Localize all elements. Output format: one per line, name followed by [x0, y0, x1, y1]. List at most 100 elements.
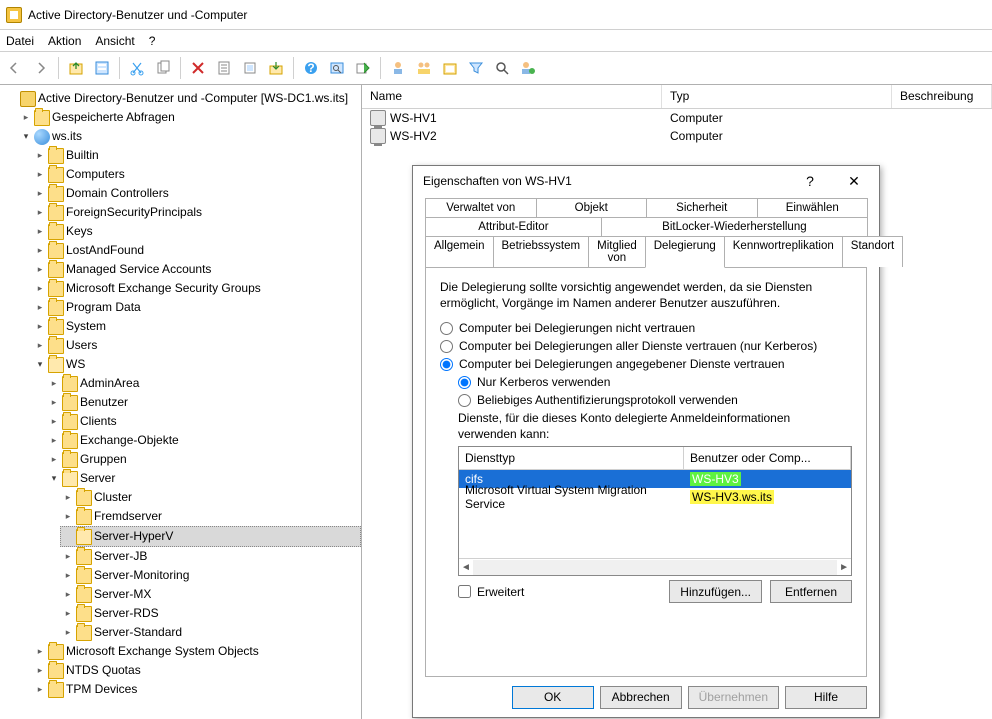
tree-server-rds[interactable]: Server-RDS	[60, 604, 361, 623]
svc-row[interactable]: Microsoft Virtual System Migration Servi…	[459, 488, 851, 506]
services-list[interactable]: Diensttyp Benutzer oder Comp... cifs WS-…	[458, 446, 852, 576]
col-type[interactable]: Typ	[662, 85, 892, 108]
tab-bitlocker[interactable]: BitLocker-Wiederherstellung	[601, 217, 868, 236]
tree-server[interactable]: Server	[46, 469, 361, 488]
dialog-close-icon[interactable]: ✕	[839, 173, 869, 190]
properties-icon[interactable]	[91, 57, 113, 79]
ok-button[interactable]: OK	[512, 686, 594, 709]
filter-icon[interactable]	[465, 57, 487, 79]
props-sheet-icon[interactable]	[213, 57, 235, 79]
list-row[interactable]: WS-HV1 Computer	[362, 109, 992, 127]
tree-laf[interactable]: LostAndFound	[32, 241, 361, 260]
tab-memberof[interactable]: Mitglied von	[588, 236, 646, 267]
new-user-icon[interactable]	[387, 57, 409, 79]
opt-none[interactable]: Computer bei Delegierungen nicht vertrau…	[440, 321, 852, 335]
export-icon[interactable]	[265, 57, 287, 79]
menu-view[interactable]: Ansicht	[95, 34, 134, 48]
folder-icon	[76, 606, 92, 622]
tab-pwdrepl[interactable]: Kennwortreplikation	[724, 236, 843, 267]
tree-server-std[interactable]: Server-Standard	[60, 623, 361, 642]
tree-users[interactable]: Users	[32, 336, 361, 355]
up-icon[interactable]	[65, 57, 87, 79]
tree-computers[interactable]: Computers	[32, 165, 361, 184]
new-ou-icon[interactable]	[439, 57, 461, 79]
tree-fremdserver[interactable]: Fremdserver	[60, 507, 361, 526]
opt-kerb[interactable]: Nur Kerberos verwenden	[458, 375, 852, 389]
tab-object[interactable]: Objekt	[536, 198, 648, 217]
tree-tpm[interactable]: TPM Devices	[32, 680, 361, 699]
folder-icon	[48, 644, 64, 660]
svg-text:?: ?	[307, 61, 314, 75]
tree-builtin[interactable]: Builtin	[32, 146, 361, 165]
col-desc[interactable]: Beschreibung	[892, 85, 992, 108]
tab-managedby[interactable]: Verwaltet von	[425, 198, 537, 217]
domain-icon	[34, 129, 50, 145]
list-row[interactable]: WS-HV2 Computer	[362, 127, 992, 145]
cut-icon[interactable]	[126, 57, 148, 79]
svc-label: Dienste, für die dieses Konto delegierte…	[458, 411, 852, 442]
svc-col-type[interactable]: Diensttyp	[459, 447, 684, 469]
tab-location[interactable]: Standort	[842, 236, 903, 267]
delete-icon[interactable]	[187, 57, 209, 79]
tab-dialin[interactable]: Einwählen	[757, 198, 869, 217]
h-scrollbar[interactable]: ◄ ►	[459, 558, 851, 575]
opt-spec[interactable]: Computer bei Delegierungen angegebener D…	[440, 357, 852, 371]
tab-security[interactable]: Sicherheit	[646, 198, 758, 217]
opt-anyp[interactable]: Beliebiges Authentifizierungsprotokoll v…	[458, 393, 852, 407]
opt-any[interactable]: Computer bei Delegierungen aller Dienste…	[440, 339, 852, 353]
tree-system[interactable]: System	[32, 317, 361, 336]
tree-clients[interactable]: Clients	[46, 412, 361, 431]
tree-pane[interactable]: Active Directory-Benutzer und -Computer …	[0, 85, 362, 719]
tab-attr-editor[interactable]: Attribut-Editor	[425, 217, 602, 236]
tree-keys[interactable]: Keys	[32, 222, 361, 241]
tree-exo[interactable]: Exchange-Objekte	[46, 431, 361, 450]
tree-adminarea[interactable]: AdminArea	[46, 374, 361, 393]
copy-icon[interactable]	[152, 57, 174, 79]
tree-gruppen[interactable]: Gruppen	[46, 450, 361, 469]
tree-server-mon[interactable]: Server-Monitoring	[60, 566, 361, 585]
remove-button[interactable]: Entfernen	[770, 580, 852, 603]
tree-server-mx[interactable]: Server-MX	[60, 585, 361, 604]
nav-back-icon[interactable]	[4, 57, 26, 79]
tree-ws[interactable]: WS	[32, 355, 361, 374]
dialog-help-icon[interactable]: ?	[795, 173, 825, 189]
tree-dc[interactable]: Domain Controllers	[32, 184, 361, 203]
tree-saved-queries[interactable]: Gespeicherte Abfragen	[18, 108, 361, 127]
tab-general[interactable]: Allgemein	[425, 236, 494, 267]
tree-benutzer[interactable]: Benutzer	[46, 393, 361, 412]
cancel-button[interactable]: Abbrechen	[600, 686, 682, 709]
scroll-right-icon[interactable]: ►	[839, 562, 849, 573]
search-icon[interactable]	[491, 57, 513, 79]
menu-action[interactable]: Aktion	[48, 34, 81, 48]
tree-msa[interactable]: Managed Service Accounts	[32, 260, 361, 279]
tree-root[interactable]: Active Directory-Benutzer und -Computer …	[4, 89, 361, 108]
new-group-icon[interactable]	[413, 57, 435, 79]
refresh-icon[interactable]	[239, 57, 261, 79]
tab-delegation[interactable]: Delegierung	[645, 236, 725, 268]
tree-pdata[interactable]: Program Data	[32, 298, 361, 317]
add-button[interactable]: Hinzufügen...	[669, 580, 762, 603]
add-user-group-icon[interactable]	[517, 57, 539, 79]
tree-cluster[interactable]: Cluster	[60, 488, 361, 507]
find-icon[interactable]	[326, 57, 348, 79]
expanded-checkbox[interactable]: Erweitert	[458, 585, 524, 599]
col-name[interactable]: Name	[362, 85, 662, 108]
tree-server-jb[interactable]: Server-JB	[60, 547, 361, 566]
svc-col-target[interactable]: Benutzer oder Comp...	[684, 447, 851, 469]
menu-help[interactable]: ?	[149, 34, 156, 48]
tree-domain[interactable]: ws.its	[18, 127, 361, 146]
apply-button[interactable]: Übernehmen	[688, 686, 779, 709]
tree-fsp[interactable]: ForeignSecurityPrincipals	[32, 203, 361, 222]
tree-server-hyperv[interactable]: Server-HyperV	[60, 526, 361, 547]
help-button[interactable]: Hilfe	[785, 686, 867, 709]
scroll-left-icon[interactable]: ◄	[461, 562, 471, 573]
nav-forward-icon[interactable]	[30, 57, 52, 79]
tab-os[interactable]: Betriebssystem	[493, 236, 590, 267]
menu-file[interactable]: Datei	[6, 34, 34, 48]
help-icon[interactable]: ?	[300, 57, 322, 79]
tree-ntds[interactable]: NTDS Quotas	[32, 661, 361, 680]
tree-meso[interactable]: Microsoft Exchange System Objects	[32, 642, 361, 661]
folder-icon	[48, 300, 64, 316]
tree-mesg[interactable]: Microsoft Exchange Security Groups	[32, 279, 361, 298]
run-icon[interactable]	[352, 57, 374, 79]
